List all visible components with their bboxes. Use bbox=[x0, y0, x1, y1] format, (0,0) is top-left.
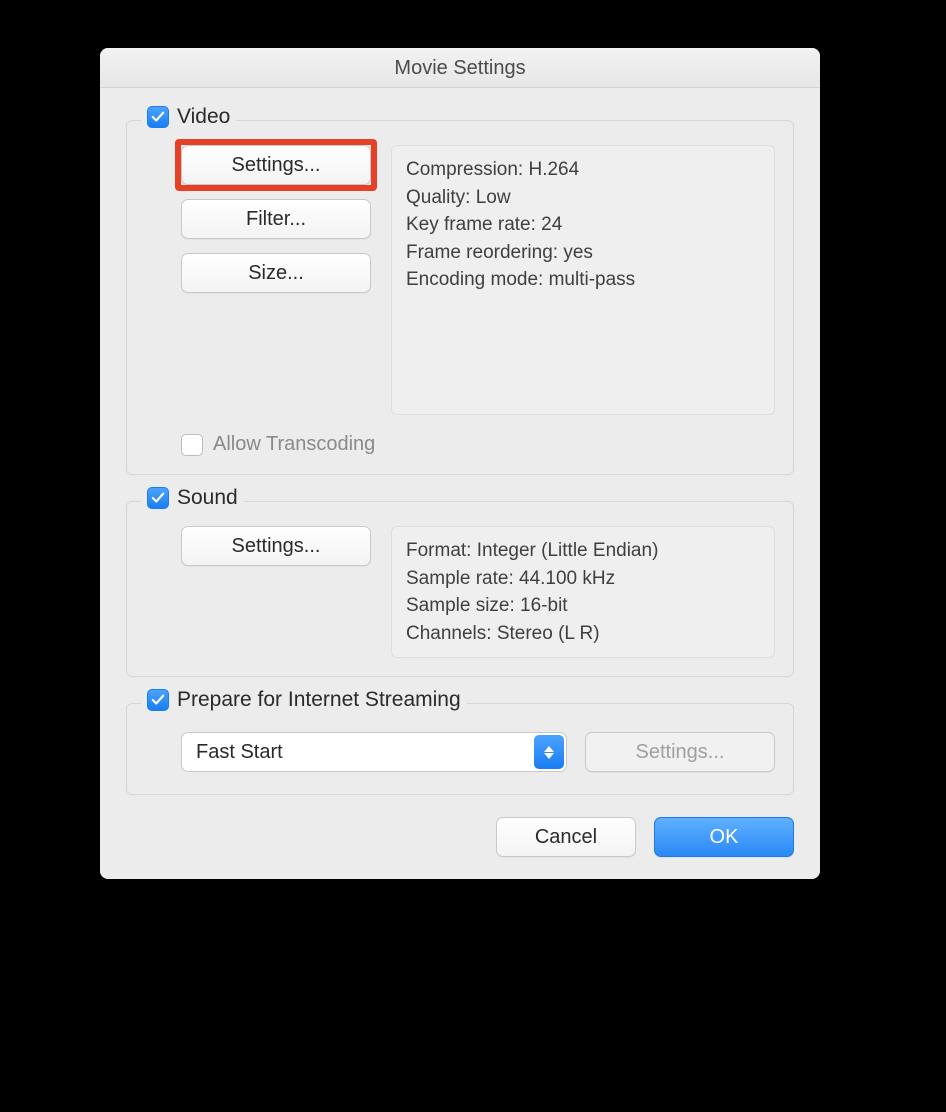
sound-info-panel: Format: Integer (Little Endian) Sample r… bbox=[391, 526, 775, 658]
video-filter-button[interactable]: Filter... bbox=[181, 199, 371, 239]
movie-settings-dialog: Movie Settings Video Settings... Filter.… bbox=[100, 48, 820, 879]
streaming-label: Prepare for Internet Streaming bbox=[177, 688, 461, 712]
sound-checkbox[interactable] bbox=[147, 487, 169, 509]
streaming-select[interactable]: Fast Start bbox=[181, 732, 567, 772]
video-checkbox[interactable] bbox=[147, 106, 169, 128]
video-info-compression: Compression: H.264 bbox=[406, 156, 760, 184]
video-settings-button[interactable]: Settings... bbox=[181, 145, 371, 185]
streaming-group-header: Prepare for Internet Streaming bbox=[141, 688, 467, 712]
video-info-encoding: Encoding mode: multi-pass bbox=[406, 266, 760, 294]
cancel-button[interactable]: Cancel bbox=[496, 817, 636, 857]
sound-info-format: Format: Integer (Little Endian) bbox=[406, 537, 760, 565]
streaming-group: Prepare for Internet Streaming Fast Star… bbox=[126, 703, 794, 795]
video-size-button[interactable]: Size... bbox=[181, 253, 371, 293]
sound-body: Settings... Format: Integer (Little Endi… bbox=[145, 520, 775, 658]
allow-transcoding-label: Allow Transcoding bbox=[213, 433, 375, 456]
dialog-title: Movie Settings bbox=[100, 48, 820, 88]
sound-info-channels: Channels: Stereo (L R) bbox=[406, 620, 760, 648]
sound-group-header: Sound bbox=[141, 486, 244, 510]
check-icon bbox=[151, 693, 165, 707]
dialog-footer: Cancel OK bbox=[126, 813, 794, 857]
streaming-checkbox[interactable] bbox=[147, 689, 169, 711]
check-icon bbox=[151, 491, 165, 505]
streaming-settings-button: Settings... bbox=[585, 732, 775, 772]
video-label: Video bbox=[177, 105, 230, 129]
sound-info-sample-rate: Sample rate: 44.100 kHz bbox=[406, 565, 760, 593]
video-info-quality: Quality: Low bbox=[406, 184, 760, 212]
video-button-column: Settings... Filter... Size... bbox=[181, 145, 371, 415]
sound-settings-button[interactable]: Settings... bbox=[181, 526, 371, 566]
allow-transcoding-checkbox[interactable] bbox=[181, 434, 203, 456]
video-info-keyframe: Key frame rate: 24 bbox=[406, 211, 760, 239]
dialog-content: Video Settings... Filter... Size... Comp… bbox=[100, 88, 820, 879]
chevron-updown-icon bbox=[534, 735, 564, 769]
check-icon bbox=[151, 110, 165, 124]
video-body: Settings... Filter... Size... Compressio… bbox=[145, 139, 775, 415]
sound-button-column: Settings... bbox=[181, 526, 371, 658]
sound-info-sample-size: Sample size: 16-bit bbox=[406, 592, 760, 620]
sound-label: Sound bbox=[177, 486, 238, 510]
streaming-row: Fast Start Settings... bbox=[145, 722, 775, 776]
ok-button[interactable]: OK bbox=[654, 817, 794, 857]
video-info-reorder: Frame reordering: yes bbox=[406, 239, 760, 267]
video-info-panel: Compression: H.264 Quality: Low Key fram… bbox=[391, 145, 775, 415]
video-settings-highlight: Settings... bbox=[175, 139, 377, 191]
allow-transcoding-row: Allow Transcoding bbox=[181, 433, 775, 456]
video-group: Video Settings... Filter... Size... Comp… bbox=[126, 120, 794, 475]
video-group-header: Video bbox=[141, 105, 236, 129]
sound-group: Sound Settings... Format: Integer (Littl… bbox=[126, 501, 794, 677]
streaming-select-value: Fast Start bbox=[181, 732, 567, 772]
